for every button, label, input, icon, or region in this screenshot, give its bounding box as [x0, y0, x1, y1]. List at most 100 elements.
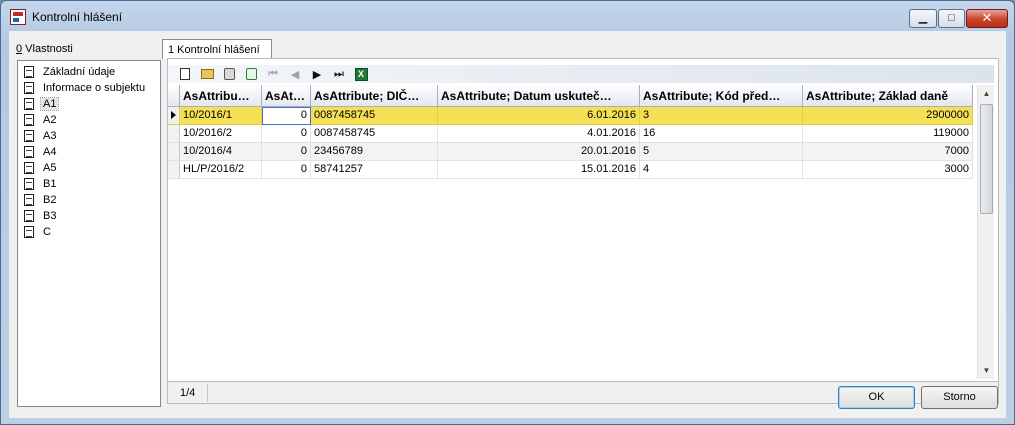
cell[interactable]: 2900000	[803, 107, 973, 125]
document-icon	[24, 65, 34, 78]
maximize-button[interactable]: □	[938, 9, 965, 28]
cell[interactable]: 10/2016/1	[180, 107, 262, 125]
column-header-1[interactable]: AsAttribu…	[180, 85, 262, 107]
app-icon	[10, 9, 26, 25]
cell[interactable]: 20.01.2016	[438, 143, 640, 161]
next-record-button[interactable]: ▶	[306, 66, 328, 82]
column-header-3[interactable]: AsAttribute; DIČ…	[311, 85, 438, 107]
refresh-button[interactable]	[240, 66, 262, 82]
dialog-client-area: 0 Vlastnosti Základní údaje Informace o …	[9, 31, 1006, 418]
cell[interactable]: 16	[640, 125, 803, 143]
first-icon: ⏮	[268, 67, 278, 80]
open-folder-icon	[200, 69, 214, 79]
column-header-4[interactable]: AsAttribute; Datum uskuteč…	[438, 85, 640, 107]
cell[interactable]: 10/2016/2	[180, 125, 262, 143]
table-row[interactable]: 10/2016/1 0 0087458745 6.01.2016 3 29000…	[168, 107, 973, 125]
previous-icon: ◀	[290, 68, 300, 81]
header-indicator	[168, 85, 180, 107]
previous-record-button[interactable]: ◀	[284, 66, 306, 82]
cancel-button[interactable]: Storno	[921, 386, 998, 409]
tree-item-informace-o-subjektu[interactable]: Informace o subjektu	[24, 80, 147, 95]
tree-item-b2[interactable]: B2	[24, 192, 58, 207]
cell[interactable]: 0	[262, 143, 311, 161]
tab-kontrolni-hlaseni[interactable]: 1 Kontrolní hlášení	[162, 39, 272, 59]
properties-tree[interactable]: Základní údaje Informace o subjektu A1 A…	[17, 60, 161, 407]
document-icon	[24, 177, 34, 190]
dialog-window: Kontrolní hlášení ▁ □ ✕ 0 Vlastnosti Zák…	[0, 0, 1015, 425]
document-icon	[24, 209, 34, 222]
open-button[interactable]	[196, 66, 218, 82]
tree-item-b1[interactable]: B1	[24, 176, 58, 191]
tree-item-a5[interactable]: A5	[24, 160, 58, 175]
document-icon	[24, 225, 34, 238]
grid-toolbar: ⏮ ◀ ▶ ⏭ X	[168, 65, 994, 83]
document-icon	[24, 193, 34, 206]
row-indicator[interactable]	[168, 125, 180, 143]
next-icon: ▶	[312, 68, 322, 81]
scroll-down-icon[interactable]: ▼	[978, 362, 995, 379]
last-record-button[interactable]: ⏭	[328, 66, 350, 82]
cell[interactable]: 3	[640, 107, 803, 125]
minimize-button[interactable]: ▁	[909, 9, 937, 28]
tree-item-b3[interactable]: B3	[24, 208, 58, 223]
cell[interactable]: 0087458745	[311, 107, 438, 125]
vertical-scrollbar[interactable]: ▲ ▼	[977, 85, 994, 379]
document-icon	[24, 97, 34, 110]
cell[interactable]: 0087458745	[311, 125, 438, 143]
cell[interactable]: 10/2016/4	[180, 143, 262, 161]
row-indicator[interactable]	[168, 143, 180, 161]
delete-button[interactable]	[218, 66, 240, 82]
properties-label: 0 Vlastnosti	[16, 43, 73, 55]
document-icon	[24, 81, 34, 94]
cell[interactable]: HL/P/2016/2	[180, 161, 262, 179]
document-icon	[24, 161, 34, 174]
cell[interactable]: 5	[640, 143, 803, 161]
document-icon	[24, 145, 34, 158]
cell[interactable]: 4.01.2016	[438, 125, 640, 143]
cell[interactable]: 58741257	[311, 161, 438, 179]
row-indicator[interactable]	[168, 107, 180, 125]
tree-item-zakladni-udaje[interactable]: Základní údaje	[24, 64, 117, 79]
document-icon	[24, 129, 34, 142]
column-header-2[interactable]: AsAt…	[262, 85, 311, 107]
new-record-button[interactable]	[174, 66, 196, 82]
tab-panel: ⏮ ◀ ▶ ⏭ X AsAttribu… AsAt… AsAttribute; …	[167, 58, 999, 404]
cell[interactable]: 15.01.2016	[438, 161, 640, 179]
cell[interactable]: 119000	[803, 125, 973, 143]
row-indicator[interactable]	[168, 161, 180, 179]
title-bar[interactable]: Kontrolní hlášení ▁ □ ✕	[1, 1, 1014, 31]
table-row[interactable]: 10/2016/4 0 23456789 20.01.2016 5 7000	[168, 143, 973, 161]
tree-item-a1[interactable]: A1	[24, 96, 60, 111]
tree-item-a4[interactable]: A4	[24, 144, 58, 159]
data-grid[interactable]: AsAttribu… AsAt… AsAttribute; DIČ… AsAtt…	[168, 85, 976, 379]
window-title: Kontrolní hlášení	[32, 10, 123, 24]
last-icon: ⏭	[334, 67, 344, 80]
cell[interactable]: 6.01.2016	[438, 107, 640, 125]
grid-header: AsAttribu… AsAt… AsAttribute; DIČ… AsAtt…	[168, 85, 973, 107]
delete-icon	[223, 68, 235, 80]
close-button[interactable]: ✕	[966, 9, 1008, 28]
document-icon	[24, 113, 34, 126]
cell[interactable]: 4	[640, 161, 803, 179]
cell[interactable]: 0	[262, 161, 311, 179]
first-record-button[interactable]: ⏮	[262, 66, 284, 82]
tree-item-a3[interactable]: A3	[24, 128, 58, 143]
cell[interactable]: 3000	[803, 161, 973, 179]
cell[interactable]: 0	[262, 107, 311, 125]
refresh-icon	[245, 68, 257, 80]
cell[interactable]: 7000	[803, 143, 973, 161]
column-header-6[interactable]: AsAttribute; Základ daně	[803, 85, 973, 107]
tree-item-a2[interactable]: A2	[24, 112, 58, 127]
ok-button[interactable]: OK	[838, 386, 915, 409]
new-document-icon	[180, 68, 190, 80]
tree-item-c[interactable]: C	[24, 224, 53, 239]
scroll-up-icon[interactable]: ▲	[978, 85, 995, 102]
scrollbar-thumb[interactable]	[980, 104, 993, 214]
table-row[interactable]: 10/2016/2 0 0087458745 4.01.2016 16 1190…	[168, 125, 973, 143]
cell[interactable]: 0	[262, 125, 311, 143]
export-excel-button[interactable]: X	[350, 66, 372, 82]
table-row[interactable]: HL/P/2016/2 0 58741257 15.01.2016 4 3000	[168, 161, 973, 179]
cell[interactable]: 23456789	[311, 143, 438, 161]
record-counter: 1/4	[170, 384, 208, 402]
column-header-5[interactable]: AsAttribute; Kód před…	[640, 85, 803, 107]
